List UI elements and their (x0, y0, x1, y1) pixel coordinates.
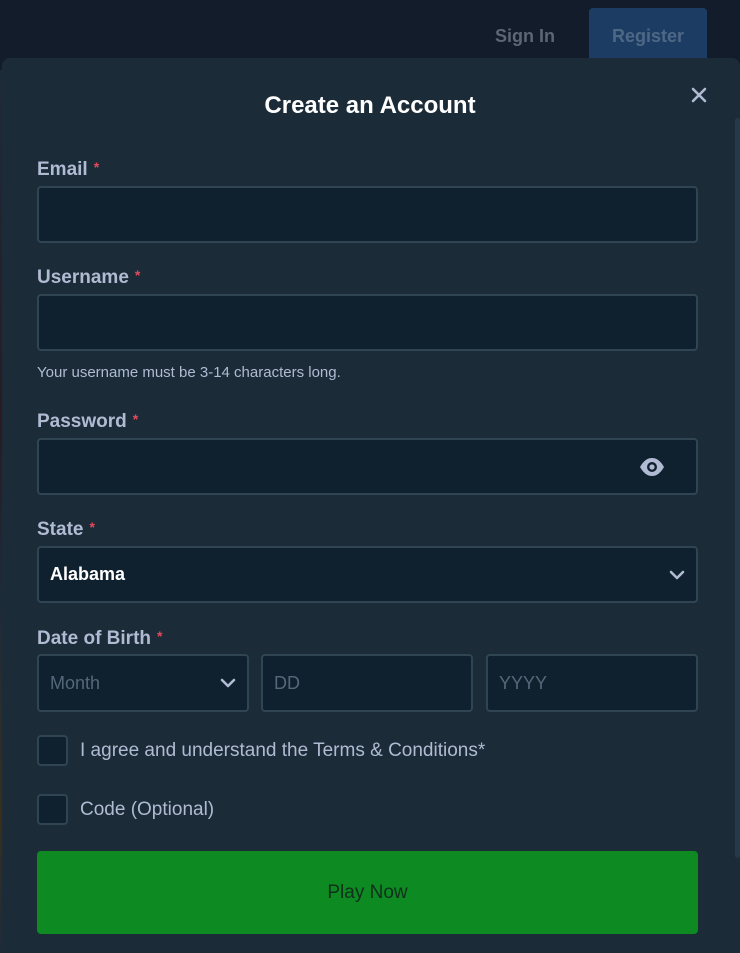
dob-label-text: Date of Birth (37, 628, 151, 649)
required-marker: * (93, 159, 100, 175)
required-marker: * (157, 628, 163, 644)
dob-month-placeholder: Month (50, 673, 101, 693)
modal-scrollbar[interactable] (735, 118, 740, 858)
terms-label[interactable]: I agree and understand the Terms & Condi… (80, 740, 485, 762)
email-label-text: Email (37, 159, 88, 180)
email-label: Email * (37, 159, 99, 181)
username-field[interactable] (37, 294, 698, 351)
state-selected-value: Alabama (50, 564, 126, 584)
state-label-text: State (37, 519, 84, 540)
terms-checkbox[interactable] (37, 735, 68, 766)
username-label-text: Username (37, 267, 129, 288)
state-label: State * (37, 519, 95, 541)
username-hint: Your username must be 3-14 characters lo… (37, 364, 341, 381)
state-select[interactable]: Alabama (37, 546, 698, 603)
required-marker: * (132, 411, 139, 427)
dob-label: Date of Birth * (37, 628, 162, 650)
modal-title: Create an Account (264, 92, 476, 119)
dob-day-input[interactable]: DD (261, 654, 473, 712)
play-now-button[interactable]: Play Now (37, 851, 698, 934)
eye-icon[interactable] (638, 456, 666, 478)
required-marker: * (134, 267, 141, 283)
username-label: Username * (37, 267, 140, 289)
dob-day-placeholder: DD (274, 673, 300, 693)
chevron-down-icon (219, 674, 237, 692)
email-field[interactable] (37, 186, 698, 243)
password-label-text: Password (37, 411, 127, 432)
dob-month-select[interactable]: Month (37, 654, 249, 712)
password-label: Password * (37, 411, 138, 433)
chevron-down-icon (668, 566, 686, 584)
code-checkbox[interactable] (37, 794, 68, 825)
password-field[interactable] (37, 438, 698, 495)
dob-year-placeholder: YYYY (499, 673, 548, 693)
page: Sign In Register Create an Account Email… (0, 0, 740, 953)
code-label[interactable]: Code (Optional) (80, 799, 214, 821)
dob-year-input[interactable]: YYYY (486, 654, 698, 712)
required-marker: * (89, 519, 95, 535)
